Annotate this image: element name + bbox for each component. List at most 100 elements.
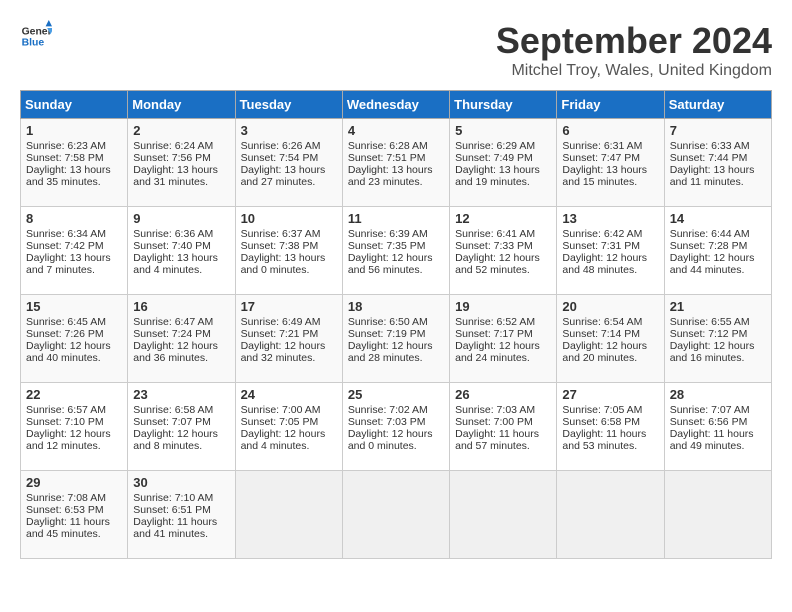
cell-info-line: Daylight: 13 hours xyxy=(455,164,551,176)
calendar-cell: 12Sunrise: 6:41 AMSunset: 7:33 PMDayligh… xyxy=(450,207,557,295)
cell-info-line: Sunrise: 7:05 AM xyxy=(562,404,658,416)
cell-info-line: and 12 minutes. xyxy=(26,440,122,452)
day-number: 17 xyxy=(241,299,337,314)
cell-info-line: and 4 minutes. xyxy=(133,264,229,276)
cell-info-line: Daylight: 11 hours xyxy=(455,428,551,440)
calendar-cell xyxy=(450,471,557,559)
cell-info-line: and 8 minutes. xyxy=(133,440,229,452)
location: Mitchel Troy, Wales, United Kingdom xyxy=(496,62,772,80)
cell-info-line: and 36 minutes. xyxy=(133,352,229,364)
cell-info-line: Daylight: 11 hours xyxy=(133,516,229,528)
cell-info-line: and 16 minutes. xyxy=(670,352,766,364)
cell-info-line: Sunset: 7:10 PM xyxy=(26,416,122,428)
cell-info-line: Sunset: 7:17 PM xyxy=(455,328,551,340)
day-number: 22 xyxy=(26,387,122,402)
cell-info-line: Sunrise: 6:57 AM xyxy=(26,404,122,416)
cell-info-line: Sunrise: 6:26 AM xyxy=(241,140,337,152)
col-saturday: Saturday xyxy=(664,91,771,119)
calendar-cell xyxy=(664,471,771,559)
day-number: 24 xyxy=(241,387,337,402)
col-wednesday: Wednesday xyxy=(342,91,449,119)
cell-info-line: Sunrise: 6:33 AM xyxy=(670,140,766,152)
day-number: 10 xyxy=(241,211,337,226)
day-number: 4 xyxy=(348,123,444,138)
cell-info-line: Sunset: 7:05 PM xyxy=(241,416,337,428)
calendar-cell: 4Sunrise: 6:28 AMSunset: 7:51 PMDaylight… xyxy=(342,119,449,207)
calendar-cell xyxy=(342,471,449,559)
calendar-cell: 28Sunrise: 7:07 AMSunset: 6:56 PMDayligh… xyxy=(664,383,771,471)
day-number: 3 xyxy=(241,123,337,138)
cell-info-line: Sunrise: 6:28 AM xyxy=(348,140,444,152)
day-number: 15 xyxy=(26,299,122,314)
calendar-cell: 17Sunrise: 6:49 AMSunset: 7:21 PMDayligh… xyxy=(235,295,342,383)
calendar-cell: 22 Sunrise: 6:57 AMSunset: 7:10 PMDayligh… xyxy=(21,383,128,471)
logo-icon: General Blue xyxy=(20,20,52,52)
cell-info-line: and 44 minutes. xyxy=(670,264,766,276)
calendar-cell: 14Sunrise: 6:44 AMSunset: 7:28 PMDayligh… xyxy=(664,207,771,295)
calendar-cell xyxy=(557,471,664,559)
day-number: 19 xyxy=(455,299,551,314)
day-number: 7 xyxy=(670,123,766,138)
cell-info-line: and 45 minutes. xyxy=(26,528,122,540)
cell-info-line: Sunset: 6:51 PM xyxy=(133,504,229,516)
calendar-cell: 24Sunrise: 7:00 AMSunset: 7:05 PMDayligh… xyxy=(235,383,342,471)
day-number: 6 xyxy=(562,123,658,138)
cell-info-line: Daylight: 12 hours xyxy=(455,340,551,352)
calendar-cell: 20Sunrise: 6:54 AMSunset: 7:14 PMDayligh… xyxy=(557,295,664,383)
day-number: 16 xyxy=(133,299,229,314)
calendar-cell: 10Sunrise: 6:37 AMSunset: 7:38 PMDayligh… xyxy=(235,207,342,295)
cell-info-line: and 52 minutes. xyxy=(455,264,551,276)
cell-info-line: Daylight: 12 hours xyxy=(670,340,766,352)
cell-info-line: Daylight: 13 hours xyxy=(133,164,229,176)
cell-info-line: Sunset: 6:56 PM xyxy=(670,416,766,428)
calendar-cell: 29Sunrise: 7:08 AMSunset: 6:53 PMDayligh… xyxy=(21,471,128,559)
calendar-cell: 6 Sunrise: 6:31 AMSunset: 7:47 PMDaylight… xyxy=(557,119,664,207)
calendar-cell: 9Sunrise: 6:36 AMSunset: 7:40 PMDaylight… xyxy=(128,207,235,295)
cell-info-line: Daylight: 12 hours xyxy=(133,428,229,440)
cell-info-line: Sunset: 7:14 PM xyxy=(562,328,658,340)
cell-info-line: Daylight: 13 hours xyxy=(670,164,766,176)
cell-info-line: Sunrise: 6:44 AM xyxy=(670,228,766,240)
day-number: 12 xyxy=(455,211,551,226)
day-number: 20 xyxy=(562,299,658,314)
cell-info-line: Sunrise: 6:31 AM xyxy=(562,140,658,152)
cell-info-line: Daylight: 13 hours xyxy=(241,164,337,176)
cell-info-line: Sunrise: 6:42 AM xyxy=(562,228,658,240)
cell-info-line: Daylight: 13 hours xyxy=(562,164,658,176)
col-friday: Friday xyxy=(557,91,664,119)
day-number: 1 xyxy=(26,123,122,138)
cell-info-line: Daylight: 11 hours xyxy=(562,428,658,440)
cell-info-line: and 23 minutes. xyxy=(348,176,444,188)
cell-info-line: Sunrise: 6:47 AM xyxy=(133,316,229,328)
calendar-cell: 3 Sunrise: 6:26 AMSunset: 7:54 PMDaylight… xyxy=(235,119,342,207)
cell-info-line: Sunrise: 7:07 AM xyxy=(670,404,766,416)
calendar-cell: 15Sunrise: 6:45 AMSunset: 7:26 PMDayligh… xyxy=(21,295,128,383)
cell-info-line: Daylight: 13 hours xyxy=(26,252,122,264)
cell-info-line: Sunset: 7:47 PM xyxy=(562,152,658,164)
cell-info-line: and 4 minutes. xyxy=(241,440,337,452)
calendar-cell: 16Sunrise: 6:47 AMSunset: 7:24 PMDayligh… xyxy=(128,295,235,383)
cell-info-line: Sunset: 7:44 PM xyxy=(670,152,766,164)
day-number: 8 xyxy=(26,211,122,226)
cell-info-line: Sunset: 7:54 PM xyxy=(241,152,337,164)
calendar-cell: 18Sunrise: 6:50 AMSunset: 7:19 PMDayligh… xyxy=(342,295,449,383)
cell-info-line: Daylight: 12 hours xyxy=(455,252,551,264)
cell-info-line: Daylight: 13 hours xyxy=(26,164,122,176)
calendar-cell: 23Sunrise: 6:58 AMSunset: 7:07 PMDayligh… xyxy=(128,383,235,471)
cell-info-line: Sunrise: 6:37 AM xyxy=(241,228,337,240)
day-number: 26 xyxy=(455,387,551,402)
cell-info-line: Sunrise: 6:34 AM xyxy=(26,228,122,240)
cell-info-line: and 49 minutes. xyxy=(670,440,766,452)
month-title: September 2024 xyxy=(496,20,772,62)
cell-info-line: and 35 minutes. xyxy=(26,176,122,188)
calendar-cell: 8Sunrise: 6:34 AMSunset: 7:42 PMDaylight… xyxy=(21,207,128,295)
calendar-cell: 27Sunrise: 7:05 AMSunset: 6:58 PMDayligh… xyxy=(557,383,664,471)
cell-info-line: and 7 minutes. xyxy=(26,264,122,276)
calendar-cell xyxy=(235,471,342,559)
day-number: 5 xyxy=(455,123,551,138)
cell-info-line: Daylight: 12 hours xyxy=(26,428,122,440)
cell-info-line: Sunrise: 7:02 AM xyxy=(348,404,444,416)
calendar-cell: 19Sunrise: 6:52 AMSunset: 7:17 PMDayligh… xyxy=(450,295,557,383)
day-number: 27 xyxy=(562,387,658,402)
cell-info-line: Daylight: 13 hours xyxy=(133,252,229,264)
